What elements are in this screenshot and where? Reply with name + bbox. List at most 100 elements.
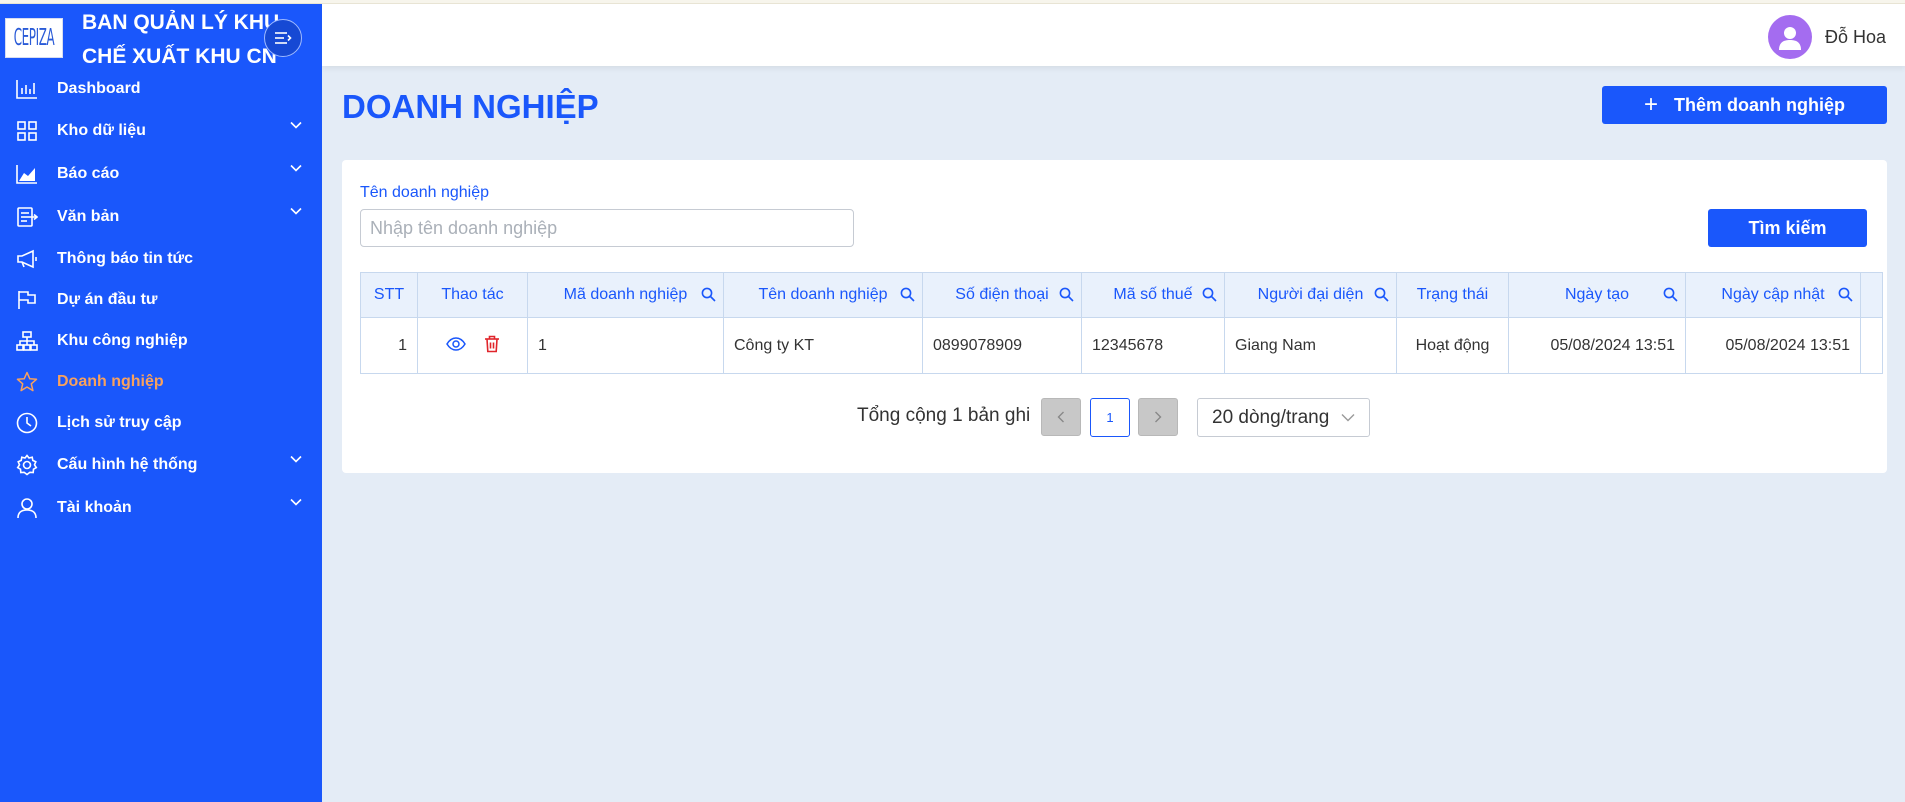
cell-created: 05/08/2024 13:51: [1508, 317, 1686, 374]
search-button[interactable]: Tìm kiếm: [1708, 209, 1867, 247]
enterprise-card: Tên doanh nghiệp Tìm kiếm STT Thao tác M…: [342, 160, 1887, 473]
menu-fold-icon: [275, 32, 292, 44]
star-icon: [16, 371, 38, 391]
column-header-created: Ngày tạo: [1508, 272, 1686, 318]
chevron-down-icon: [290, 498, 302, 506]
sidebar-item-van-ban[interactable]: Văn bản: [0, 195, 322, 238]
sidebar-toggle-button[interactable]: [264, 19, 302, 57]
sidebar-item-label: Doanh nghiệp: [57, 372, 164, 390]
search-icon[interactable]: [900, 287, 915, 302]
prev-page-button[interactable]: [1041, 398, 1081, 436]
table-header-row: STT Thao tác Mã doanh nghiệp Tên doanh n…: [360, 272, 1883, 318]
sidebar-item-bao-cao[interactable]: Báo cáo: [0, 152, 322, 195]
sidebar-item-label: Văn bản: [57, 207, 120, 225]
flag-icon: [18, 290, 36, 309]
cell-actions: [417, 317, 528, 374]
sidebar-item-label: Tài khoản: [57, 498, 132, 516]
column-header-actions: Thao tác: [417, 272, 528, 318]
column-header-filler: [1860, 272, 1883, 318]
sidebar-menu: Dashboard Kho dữ liệu Báo cáo Văn bản Th…: [0, 68, 322, 529]
user-name[interactable]: Đỗ Hoa: [1825, 27, 1886, 48]
column-header-stt: STT: [360, 272, 418, 318]
search-icon[interactable]: [701, 287, 716, 302]
chevron-down-icon: [290, 207, 302, 215]
page-size-value: 20 dòng/trang: [1212, 406, 1330, 428]
column-header-name: Tên doanh nghiệp: [723, 272, 923, 318]
cell-representative: Giang Nam: [1224, 317, 1397, 374]
delete-icon[interactable]: [484, 335, 500, 353]
sidebar: CEPIZA BAN QUẢN LÝ KHU CHẾ XUẤT KHU CN D…: [0, 0, 322, 802]
sidebar-item-tai-khoan[interactable]: Tài khoản: [0, 486, 322, 529]
sidebar-item-label: Lịch sử truy cập: [57, 413, 182, 431]
logo: CEPIZA: [5, 18, 63, 58]
cell-phone: 0899078909: [922, 317, 1082, 374]
search-icon[interactable]: [1059, 287, 1074, 302]
next-page-button[interactable]: [1138, 398, 1178, 436]
cluster-icon: [16, 330, 38, 351]
sidebar-item-label: Thông báo tin tức: [57, 249, 194, 267]
sidebar-item-lich-su[interactable]: Lịch sử truy cập: [0, 402, 322, 443]
cell-stt: 1: [360, 317, 418, 374]
column-header-tax: Mã số thuế: [1081, 272, 1225, 318]
megaphone-icon: [17, 249, 37, 268]
add-enterprise-label: Thêm doanh nghiệp: [1674, 94, 1845, 115]
sidebar-item-label: Cấu hình hệ thống: [57, 455, 198, 473]
cell-tax: 12345678: [1081, 317, 1225, 374]
sidebar-item-label: Khu công nghiệp: [57, 331, 188, 349]
brand-title: BAN QUẢN LÝ KHU CHẾ XUẤT KHU CN: [82, 6, 282, 74]
user-icon: [17, 497, 37, 518]
search-icon[interactable]: [1202, 287, 1217, 302]
grid-icon: [17, 120, 37, 141]
search-icon[interactable]: [1838, 287, 1853, 302]
sidebar-item-label: Kho dữ liệu: [57, 121, 146, 139]
cell-code: 1: [527, 317, 724, 374]
status-badge: Hoạt động: [1396, 317, 1509, 374]
sidebar-item-du-an[interactable]: Dự án đầu tư: [0, 279, 322, 320]
sidebar-item-kho-du-lieu[interactable]: Kho dữ liệu: [0, 109, 322, 152]
enterprise-name-input[interactable]: [360, 209, 854, 247]
cell-name: Công ty KT: [723, 317, 923, 374]
eye-icon[interactable]: [445, 337, 466, 351]
enterprise-name-label: Tên doanh nghiệp: [360, 184, 489, 201]
sidebar-item-label: Dự án đầu tư: [57, 290, 158, 308]
pagination-total: Tổng cộng 1 bản ghi: [857, 405, 1031, 426]
page-size-select[interactable]: 20 dòng/trang: [1197, 398, 1370, 437]
add-enterprise-button[interactable]: + Thêm doanh nghiệp: [1602, 86, 1887, 124]
brand: CEPIZA BAN QUẢN LÝ KHU CHẾ XUẤT KHU CN: [0, 4, 322, 70]
cell-filler: [1860, 317, 1883, 374]
cell-updated: 05/08/2024 13:51: [1685, 317, 1861, 374]
sidebar-item-label: Dashboard: [57, 79, 141, 97]
table-row: 1 1 Công ty KT 0899078909 12345678 Giang…: [360, 317, 1883, 374]
bar-chart-icon: [16, 79, 37, 99]
gear-icon: [16, 453, 38, 476]
column-header-updated: Ngày cập nhật: [1685, 272, 1861, 318]
top-border: [0, 0, 1905, 4]
logo-text: CEPIZA: [13, 24, 55, 52]
page-1-button[interactable]: 1: [1090, 398, 1130, 437]
search-icon[interactable]: [1374, 287, 1389, 302]
user-avatar-icon: [1779, 27, 1801, 50]
clock-icon: [16, 412, 38, 433]
column-header-code: Mã doanh nghiệp: [527, 272, 724, 318]
chevron-down-icon: [290, 164, 302, 172]
sidebar-item-doanh-nghiep[interactable]: Doanh nghiệp: [0, 361, 322, 402]
top-header: Đỗ Hoa: [322, 4, 1905, 66]
sidebar-item-khu-cong-nghiep[interactable]: Khu công nghiệp: [0, 320, 322, 361]
sidebar-item-dashboard[interactable]: Dashboard: [0, 68, 322, 109]
sidebar-item-cau-hinh[interactable]: Cấu hình hệ thống: [0, 443, 322, 486]
plus-icon: +: [1643, 91, 1658, 118]
document-icon: [17, 206, 38, 227]
chevron-down-icon: [290, 121, 302, 129]
column-header-representative: Người đại diện: [1224, 272, 1397, 318]
enterprise-table: STT Thao tác Mã doanh nghiệp Tên doanh n…: [360, 272, 1883, 374]
chevron-right-icon: [1155, 411, 1162, 423]
pagination: Tổng cộng 1 bản ghi 1 20 dòng/trang: [342, 395, 1887, 437]
page-title: DOANH NGHIỆP: [342, 88, 599, 125]
sidebar-item-thong-bao[interactable]: Thông báo tin tức: [0, 238, 322, 279]
column-header-phone: Số điện thoại: [922, 272, 1082, 318]
brand-title-line1: BAN QUẢN LÝ KHU: [82, 11, 280, 34]
avatar[interactable]: [1768, 15, 1812, 59]
chevron-left-icon: [1057, 411, 1064, 423]
search-icon[interactable]: [1663, 287, 1678, 302]
chevron-down-icon: [1341, 414, 1355, 422]
